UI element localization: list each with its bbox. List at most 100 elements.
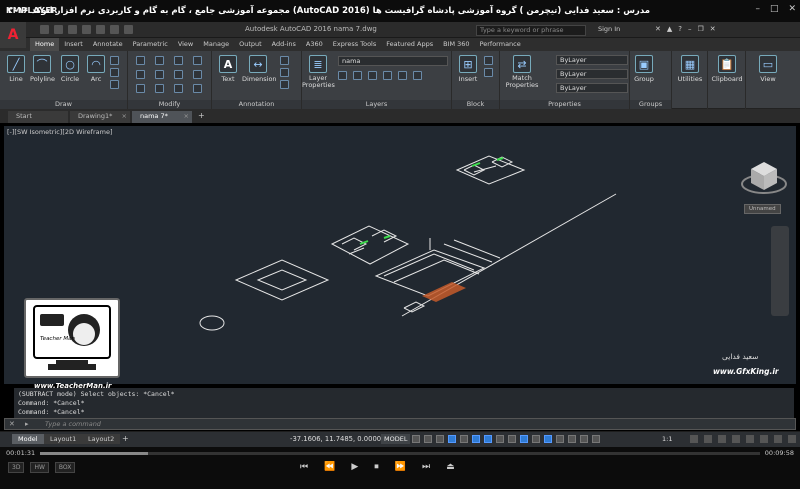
workspace-icon[interactable] [690,435,698,443]
tab-insert[interactable]: Insert [59,38,88,51]
new-tab-button[interactable]: + [194,111,209,123]
exchange-icon[interactable]: ✕ [655,25,661,33]
hatch-icon[interactable] [110,68,119,77]
hw-badge[interactable]: HW [30,462,49,473]
utilities-tool[interactable]: ▦ Utilities [676,55,704,83]
close-button[interactable]: ✕ [788,4,796,14]
help-icon[interactable]: ? [678,25,682,33]
rotate-icon[interactable] [155,56,164,65]
color-dropdown[interactable]: ByLayer [556,55,628,65]
auto-scale-icon[interactable] [592,435,600,443]
group-tool[interactable]: ▣ Group [632,55,656,83]
layer-isolate-icon[interactable] [353,71,362,80]
snap-icon[interactable] [424,435,432,443]
layer-freeze-icon[interactable] [368,71,377,80]
layer-dropdown[interactable]: nama [338,56,448,66]
lock-ui-icon[interactable] [746,435,754,443]
circle-tool[interactable]: ○ Circle [58,55,82,83]
fillet-icon[interactable] [174,70,183,79]
doc-tab-start[interactable]: Start [8,111,68,123]
layers-panel-label[interactable]: Layers [302,100,451,109]
layer-properties-tool[interactable]: ≣ Layer Properties [302,55,335,89]
lineweight-icon[interactable] [496,435,504,443]
quick-properties-icon[interactable] [732,435,740,443]
tab-performance[interactable]: Performance [475,38,526,51]
leader-icon[interactable] [280,56,289,65]
save-as-icon[interactable] [82,25,91,34]
gizmo-icon[interactable] [568,435,576,443]
minimize-icon[interactable]: – [688,25,692,33]
doc-tab-nama7[interactable]: nama 7* × [132,111,192,123]
layout-tab-layout2[interactable]: Layout2 [82,434,121,444]
tab-home[interactable]: Home [30,38,60,51]
hardware-acceleration-icon[interactable] [774,435,782,443]
seek-bar[interactable] [40,452,760,455]
array-icon[interactable] [174,84,183,93]
eject-icon[interactable]: ⏏ [446,462,455,472]
doc-tab-drawing1[interactable]: Drawing1* × [70,111,130,123]
modify-panel-label[interactable]: Modify [128,100,211,109]
command-input[interactable]: Type a command [45,420,101,428]
groups-panel-label[interactable]: Groups [630,100,671,109]
close-command-icon[interactable]: ✕ [9,420,15,428]
layout-tab-layout1[interactable]: Layout1 [44,434,83,444]
annotation-scale[interactable]: 1:1 [662,435,672,443]
tab-bim-360[interactable]: BIM 360 [438,38,474,51]
new-icon[interactable] [40,25,49,34]
tab-a360[interactable]: A360 [301,38,328,51]
save-icon[interactable] [68,25,77,34]
draw-more-icon[interactable] [110,80,119,89]
osnap-tracking-icon[interactable] [472,435,480,443]
clipboard-tool[interactable]: 📋 Clipboard [710,55,744,83]
selection-filter-icon[interactable] [556,435,564,443]
offset-icon[interactable] [193,84,202,93]
tab-add-ins[interactable]: Add-ins [267,38,301,51]
mirror-icon[interactable] [155,70,164,79]
dimension-tool[interactable]: ↔ Dimension [242,55,277,83]
selection-cycling-icon[interactable] [520,435,528,443]
edit-block-icon[interactable] [484,68,493,77]
search-input[interactable]: Type a keyword or phrase [476,25,586,36]
tab-annotate[interactable]: Annotate [88,38,128,51]
match-properties-tool[interactable]: ⇄ Match Properties [504,55,540,89]
restore-icon[interactable]: ❐ [697,25,703,33]
clean-screen-icon[interactable] [788,435,796,443]
tab-express-tools[interactable]: Express Tools [328,38,381,51]
layer-off-icon[interactable] [338,71,347,80]
polyline-tool[interactable]: ⌒ Polyline [30,55,55,83]
model-space-button[interactable]: MODEL [381,434,411,444]
sign-in-button[interactable]: Sign In [598,25,620,33]
units-icon[interactable] [718,435,726,443]
grid-icon[interactable] [412,435,420,443]
tab-manage[interactable]: Manage [198,38,234,51]
add-layout-button[interactable]: + [122,434,129,443]
erase-icon[interactable] [193,56,202,65]
redo-icon[interactable] [124,25,133,34]
scale-icon[interactable] [155,84,164,93]
3d-badge[interactable]: 3D [8,462,25,473]
tab-view[interactable]: View [173,38,198,51]
line-tool[interactable]: ╱ Line [4,55,28,83]
annotation-more-icon[interactable] [280,80,289,89]
command-prompt-icon[interactable]: ▸ [25,420,29,428]
stop-icon[interactable]: ⏹ [374,462,379,472]
match-layer-icon[interactable] [413,71,422,80]
next-icon[interactable]: ⏭ [422,462,430,472]
lineweight-dropdown[interactable]: ByLayer [556,83,628,93]
insert-tool[interactable]: ⊞ Insert [456,55,480,83]
osnap-icon[interactable] [484,435,492,443]
annotation-visibility-icon[interactable] [580,435,588,443]
ucs-badge[interactable]: Unnamed [744,204,781,214]
isolate-objects-icon[interactable] [760,435,768,443]
copy-icon[interactable] [136,70,145,79]
undo-icon[interactable] [110,25,119,34]
dynamic-ucs-icon[interactable] [544,435,552,443]
close-icon[interactable]: ✕ [710,25,716,33]
tab-parametric[interactable]: Parametric [128,38,173,51]
polar-icon[interactable] [448,435,456,443]
rectangle-icon[interactable] [110,56,119,65]
make-current-icon[interactable] [398,71,407,80]
print-icon[interactable] [96,25,105,34]
box-badge[interactable]: BOX [54,462,76,473]
move-icon[interactable] [136,56,145,65]
